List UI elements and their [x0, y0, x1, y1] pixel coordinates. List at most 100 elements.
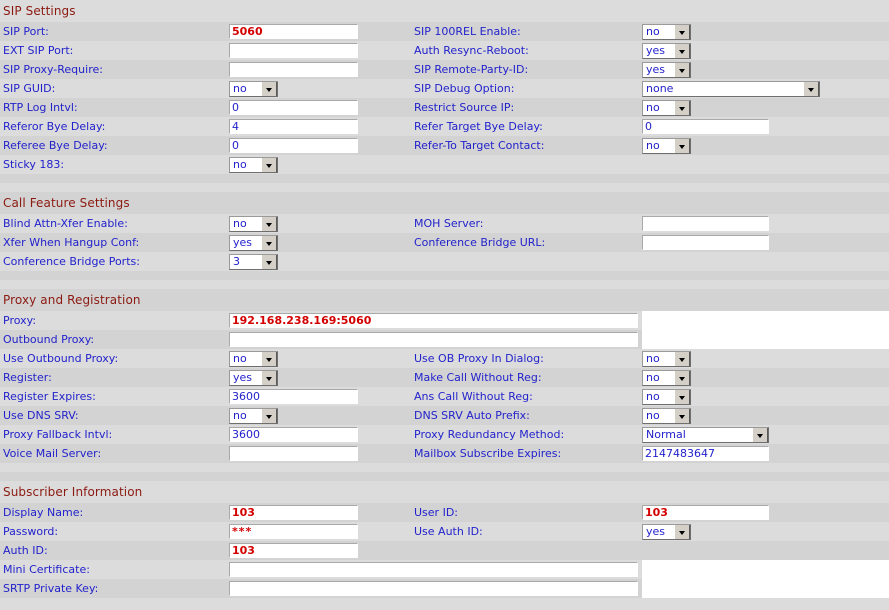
dns-srv-auto-prefix-select[interactable]: no: [642, 407, 691, 424]
chevron-down-icon[interactable]: [261, 254, 277, 269]
display-name-text-input[interactable]: 103: [229, 505, 358, 520]
make-call-without-reg-select[interactable]: no: [642, 369, 691, 386]
mailbox-subscribe-expires-text-input[interactable]: 2147483647: [642, 446, 769, 461]
chevron-down-icon[interactable]: [674, 43, 690, 58]
use-auth-id-select[interactable]: yes: [642, 523, 691, 540]
sip-guid-select[interactable]: no: [229, 80, 278, 97]
chevron-down-icon[interactable]: [674, 351, 690, 366]
refer-target-bye-delay-text-input[interactable]: 0: [642, 119, 769, 134]
sip-guid-select-value: no: [233, 82, 247, 95]
proxy-redundancy-method-select[interactable]: Normal: [642, 426, 769, 443]
register-expires-text-input[interactable]: 3600: [229, 389, 358, 404]
password-text-input[interactable]: ***: [229, 524, 358, 539]
label-cell-ans-call-without-reg: Ans Call Without Reg:: [405, 387, 642, 406]
sip-debug-option-select[interactable]: none: [642, 80, 820, 97]
restrict-source-ip-select[interactable]: no: [642, 99, 691, 116]
field-cell-use-dns-srv: no: [229, 406, 405, 425]
label-sip-port: SIP Port:: [3, 25, 49, 38]
settings-row: Display Name: 103 User ID: 103: [0, 503, 889, 522]
voice-mail-server-text-input[interactable]: [229, 446, 358, 461]
chevron-down-icon[interactable]: [261, 370, 277, 385]
chevron-down-icon[interactable]: [261, 408, 277, 423]
proxy-fallback-intvl-text-input[interactable]: 3600: [229, 427, 358, 442]
label-cell-mailbox-subscribe-expires: Mailbox Subscribe Expires:: [405, 444, 642, 463]
use-dns-srv-select[interactable]: no: [229, 407, 278, 424]
conference-bridge-ports-select[interactable]: 3: [229, 253, 278, 270]
ext-sip-port-text-input[interactable]: [229, 43, 358, 58]
chevron-down-icon[interactable]: [674, 62, 690, 77]
chevron-down-icon[interactable]: [261, 351, 277, 366]
label-make-call-without-reg: Make Call Without Reg:: [414, 371, 542, 384]
settings-row: EXT SIP Port: Auth Resync-Reboot: yes: [0, 41, 889, 60]
settings-row: Auth ID: 103: [0, 541, 889, 560]
outbound-proxy-text-input[interactable]: [229, 332, 638, 347]
register-select[interactable]: yes: [229, 369, 278, 386]
auth-resync-reboot-select[interactable]: yes: [642, 42, 691, 59]
settings-row: Password: *** Use Auth ID: yes: [0, 522, 889, 541]
proxy-redundancy-method-select-value: Normal: [646, 428, 686, 441]
label-voice-mail-server: Voice Mail Server:: [3, 447, 102, 460]
label-use-ob-proxy-in-dialog: Use OB Proxy In Dialog:: [414, 352, 544, 365]
chevron-down-icon[interactable]: [674, 370, 690, 385]
section-header-row: Subscriber Information: [0, 481, 889, 503]
moh-server-text-input[interactable]: [642, 216, 769, 231]
field-cell-sip-debug-option: none: [642, 79, 889, 98]
label-proxy: Proxy:: [3, 314, 37, 327]
chevron-down-icon[interactable]: [674, 389, 690, 404]
settings-row: Referor Bye Delay: 4 Refer Target Bye Dela…: [0, 117, 889, 136]
xfer-when-hangup-conf-select[interactable]: yes: [229, 234, 278, 251]
sip-remote-party-id-select-value: yes: [646, 63, 666, 76]
auth-id-text-input[interactable]: 103: [229, 543, 358, 558]
sip-remote-party-id-select[interactable]: yes: [642, 61, 691, 78]
chevron-down-icon[interactable]: [261, 216, 277, 231]
label-use-auth-id: Use Auth ID:: [414, 525, 483, 538]
label-cell-ext-sip-port: EXT SIP Port:: [0, 41, 229, 60]
referee-bye-delay-text-input[interactable]: 0: [229, 138, 358, 153]
field-cell-register: yes: [229, 368, 405, 387]
sip-100rel-enable-select[interactable]: no: [642, 23, 691, 40]
label-proxy-fallback-intvl: Proxy Fallback Intvl:: [3, 428, 113, 441]
chevron-down-icon[interactable]: [752, 427, 768, 442]
refer-to-target-contact-select[interactable]: no: [642, 137, 691, 154]
mini-certificate-text-input[interactable]: [229, 562, 638, 577]
sip-proxy-require-text-input[interactable]: [229, 62, 358, 77]
field-cell-sip-guid: no: [229, 79, 405, 98]
user-id-text-input[interactable]: 103: [642, 505, 769, 520]
chevron-down-icon[interactable]: [803, 81, 819, 96]
empty-field-cell: [642, 155, 889, 174]
label-cell-restrict-source-ip: Restrict Source IP:: [405, 98, 642, 117]
label-cell-sip-proxy-require: SIP Proxy-Require:: [0, 60, 229, 79]
label-mini-certificate: Mini Certificate:: [3, 563, 90, 576]
label-cell-blind-attn-xfer-enable: Blind Attn-Xfer Enable:: [0, 214, 229, 233]
label-rtp-log-intvl: RTP Log Intvl:: [3, 101, 78, 114]
settings-row: Proxy: 192.168.238.169:5060: [0, 311, 889, 330]
label-refer-target-bye-delay: Refer Target Bye Delay:: [414, 120, 543, 133]
conference-bridge-url-text-input[interactable]: [642, 235, 769, 250]
rtp-log-intvl-text-input[interactable]: 0: [229, 100, 358, 115]
use-ob-proxy-in-dialog-select[interactable]: no: [642, 350, 691, 367]
label-conference-bridge-ports: Conference Bridge Ports:: [3, 255, 140, 268]
label-cell-make-call-without-reg: Make Call Without Reg:: [405, 368, 642, 387]
referor-bye-delay-text-input[interactable]: 4: [229, 119, 358, 134]
chevron-down-icon[interactable]: [261, 235, 277, 250]
sticky-183-select[interactable]: no: [229, 156, 278, 173]
chevron-down-icon[interactable]: [674, 408, 690, 423]
label-cell-moh-server: MOH Server:: [405, 214, 642, 233]
sip-port-text-input[interactable]: 5060: [229, 24, 358, 39]
chevron-down-icon[interactable]: [261, 157, 277, 172]
chevron-down-icon[interactable]: [674, 524, 690, 539]
proxy-text-input[interactable]: 192.168.238.169:5060: [229, 313, 638, 328]
chevron-down-icon[interactable]: [261, 81, 277, 96]
blind-attn-xfer-enable-select[interactable]: no: [229, 215, 278, 232]
chevron-down-icon[interactable]: [674, 100, 690, 115]
label-register-expires: Register Expires:: [3, 390, 96, 403]
field-cell-rtp-log-intvl: 0: [229, 98, 405, 117]
label-cell-user-id: User ID:: [405, 503, 642, 522]
label-cell-password: Password:: [0, 522, 229, 541]
label-cell-conference-bridge-ports: Conference Bridge Ports:: [0, 252, 229, 271]
chevron-down-icon[interactable]: [674, 24, 690, 39]
use-outbound-proxy-select[interactable]: no: [229, 350, 278, 367]
use-outbound-proxy-select-value: no: [233, 352, 247, 365]
chevron-down-icon[interactable]: [674, 138, 690, 153]
ans-call-without-reg-select[interactable]: no: [642, 388, 691, 405]
